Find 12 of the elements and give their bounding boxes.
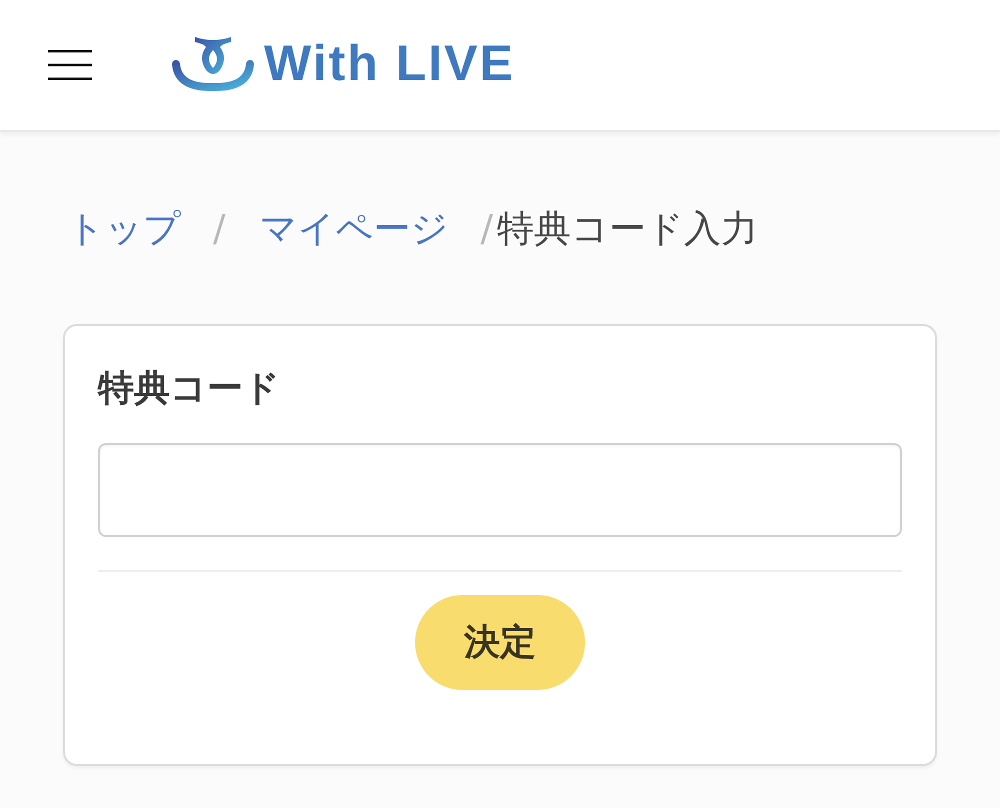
menu-icon [48, 50, 92, 80]
breadcrumb-separator: / [480, 206, 493, 252]
logo-text: With LIVE [264, 38, 515, 88]
breadcrumb-current: 特典コード入力 [496, 206, 758, 252]
menu-button[interactable] [48, 50, 92, 80]
logo-icon [170, 34, 256, 92]
field-label: 特典コード [98, 367, 280, 410]
breadcrumb-separator: / [213, 206, 226, 252]
breadcrumb-link[interactable]: マイページ [259, 206, 448, 252]
code-input[interactable] [98, 443, 902, 538]
submit-button[interactable]: 決定 [415, 595, 585, 690]
breadcrumb-link[interactable]: トップ [67, 206, 181, 252]
